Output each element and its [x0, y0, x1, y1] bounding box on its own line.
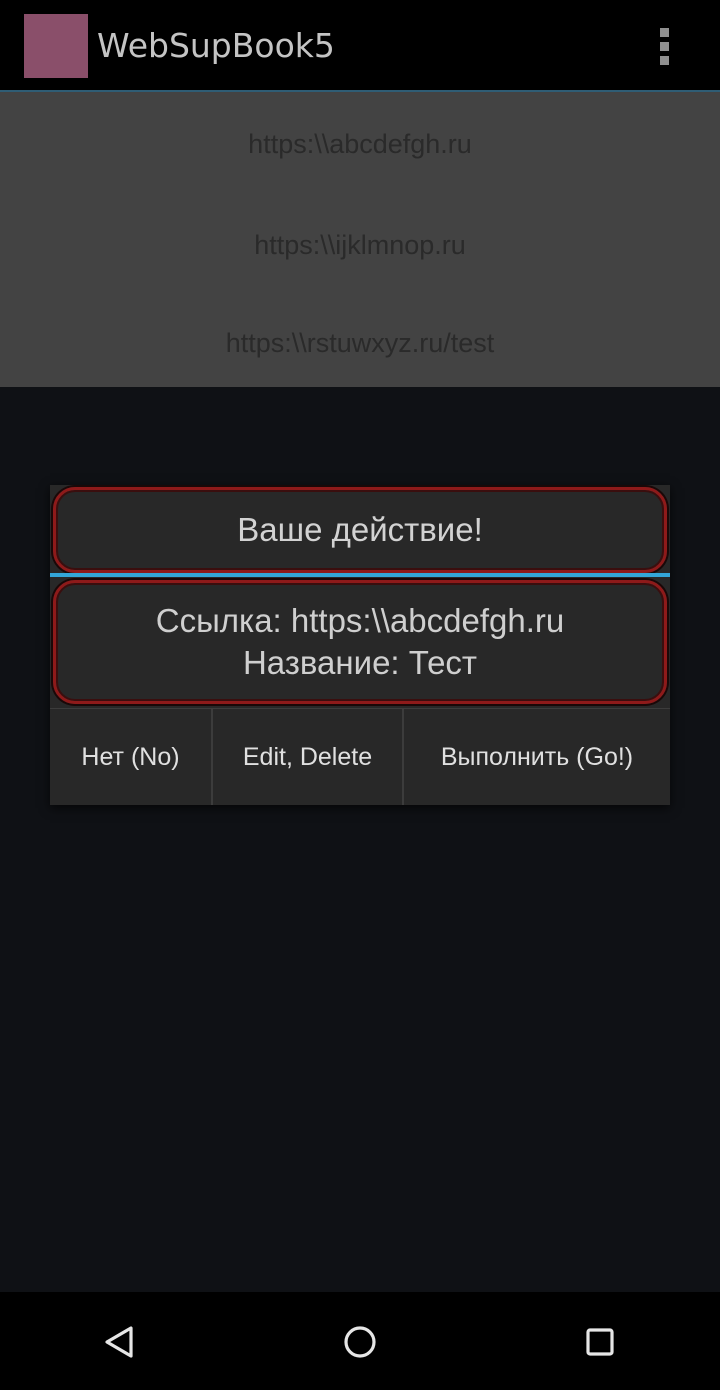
app-icon — [24, 14, 88, 78]
action-dialog: Ваше действие! Ссылка: https:\\abcdefgh.… — [50, 485, 670, 805]
navigation-bar — [0, 1292, 720, 1390]
list-item[interactable]: https:\\rstuwxyz.ru/test — [0, 294, 720, 392]
dialog-button-bar: Нет (No) Edit, Delete Выполнить (Go!) — [50, 708, 670, 806]
recents-square-icon[interactable] — [570, 1312, 630, 1372]
back-triangle-icon[interactable] — [90, 1312, 150, 1372]
dialog-title: Ваше действие! — [53, 487, 667, 573]
action-bar: WebSupBook5 — [0, 0, 720, 90]
dialog-message-name: Название: Тест — [242, 644, 478, 681]
app-screen: WebSupBook5 https:\\abcdefgh.ru https:\\… — [0, 0, 720, 1390]
more-vert-icon[interactable] — [646, 22, 682, 70]
no-button[interactable]: Нет (No) — [50, 709, 211, 805]
go-button[interactable]: Выполнить (Go!) — [402, 709, 670, 805]
home-circle-icon[interactable] — [330, 1312, 390, 1372]
list-item[interactable]: https:\\abcdefgh.ru — [0, 92, 720, 196]
dialog-message-link: Ссылка: https:\\abcdefgh.ru — [155, 602, 565, 639]
edit-delete-button[interactable]: Edit, Delete — [211, 709, 402, 805]
dialog-message: Ссылка: https:\\abcdefgh.ru Название: Те… — [53, 580, 667, 704]
content-area: https:\\abcdefgh.ru https:\\ijklmnop.ru … — [0, 92, 720, 1292]
link-list: https:\\abcdefgh.ru https:\\ijklmnop.ru … — [0, 92, 720, 387]
app-title: WebSupBook5 — [97, 26, 335, 65]
list-item[interactable]: https:\\ijklmnop.ru — [0, 196, 720, 294]
dialog-divider — [50, 573, 670, 577]
